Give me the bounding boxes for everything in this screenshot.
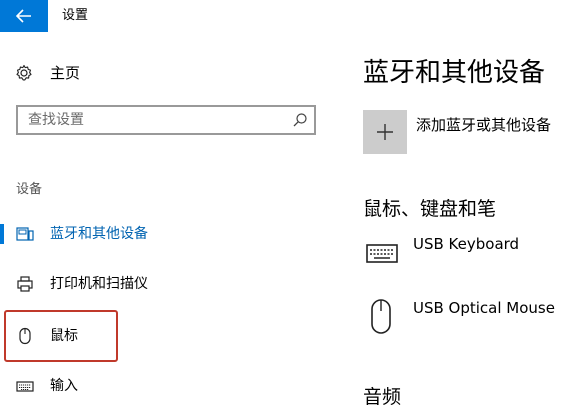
sidebar-item-label: 蓝牙和其他设备 (50, 226, 148, 242)
sidebar-item-bluetooth[interactable]: 蓝牙和其他设备 (0, 216, 330, 252)
device-name: USB Optical Mouse (413, 299, 555, 317)
mouse-icon (371, 299, 391, 334)
device-name: USB Keyboard (413, 235, 520, 253)
title-bar: 设置 (0, 0, 578, 32)
search-box[interactable] (16, 105, 316, 135)
bluetooth-devices-icon (16, 227, 34, 241)
sidebar-item-printers[interactable]: 打印机和扫描仪 (0, 266, 330, 302)
back-arrow-icon (16, 9, 31, 23)
keyboard-icon (366, 244, 398, 263)
keyboard-icon (16, 381, 34, 392)
device-usb-keyboard[interactable]: USB Keyboard (363, 234, 573, 278)
back-button[interactable] (0, 0, 48, 32)
sidebar-item-label: 打印机和扫描仪 (50, 276, 148, 292)
gear-icon (16, 64, 32, 81)
add-device-button[interactable] (363, 110, 407, 154)
window-title: 设置 (62, 8, 89, 23)
annotation-highlight (4, 310, 118, 362)
page-title: 蓝牙和其他设备 (363, 58, 546, 88)
sidebar-item-label: 主页 (50, 64, 81, 82)
group-title-audio: 音频 (363, 386, 402, 408)
selection-indicator (0, 224, 4, 244)
search-icon[interactable] (292, 112, 308, 128)
add-device-label[interactable]: 添加蓝牙或其他设备 (416, 115, 551, 135)
printer-icon (17, 276, 33, 292)
device-usb-optical-mouse[interactable]: USB Optical Mouse (363, 298, 573, 342)
sidebar-item-label: 输入 (50, 378, 78, 394)
search-input[interactable] (18, 107, 288, 133)
sidebar-item-home[interactable]: 主页 (0, 58, 330, 88)
group-title-input-devices: 鼠标、键盘和笔 (363, 198, 497, 220)
sidebar-item-typing[interactable]: 输入 (0, 368, 330, 404)
section-label-devices: 设备 (16, 182, 43, 197)
plus-icon (377, 124, 393, 140)
